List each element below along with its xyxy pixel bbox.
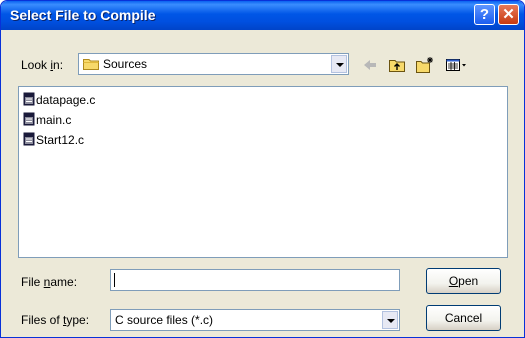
file-name-label-post: ame: <box>50 275 78 289</box>
help-button[interactable]: ? <box>474 4 495 25</box>
back-icon[interactable] <box>362 56 378 74</box>
file-type-value: C source files (*.c) <box>115 313 214 327</box>
folder-icon <box>83 58 99 70</box>
file-name-label: File name: <box>21 275 77 289</box>
file-type-label: Files of type: <box>21 313 89 327</box>
title-bar[interactable]: Select File to Compile ? ✕ <box>1 1 524 30</box>
file-type-select[interactable]: C source files (*.c) <box>110 309 400 331</box>
dialog-title: Select File to Compile <box>10 7 156 23</box>
file-type-label-pre: Files of <box>21 313 64 327</box>
up-folder-icon[interactable] <box>388 56 406 74</box>
file-name: main.c <box>36 113 72 127</box>
file-list[interactable]: datapage.c main.c Start12.c <box>18 86 508 258</box>
file-name: Start12.c <box>36 133 85 147</box>
look-in-combo[interactable]: Sources <box>78 53 349 75</box>
look-in-label-post: n: <box>53 58 64 72</box>
list-item[interactable]: datapage.c <box>23 92 95 108</box>
file-name-label-pre: File <box>21 275 44 289</box>
c-source-file-icon <box>23 112 35 126</box>
look-in-value: Sources <box>83 57 147 71</box>
open-button[interactable]: Open <box>426 268 501 294</box>
open-button-label: pen <box>458 274 479 288</box>
cancel-button[interactable]: Cancel <box>426 305 501 331</box>
look-in-folder-name: Sources <box>103 57 148 71</box>
look-in-label: Look in: <box>21 58 63 72</box>
close-button[interactable]: ✕ <box>498 4 519 25</box>
select-file-dialog: Select File to Compile ? ✕ Look in: Sour… <box>0 0 525 338</box>
cancel-button-label: Cancel <box>444 311 483 325</box>
file-type-label-post: ype: <box>66 313 90 327</box>
new-folder-icon[interactable] <box>415 56 435 74</box>
c-source-file-icon <box>23 92 35 106</box>
list-item[interactable]: main.c <box>23 112 71 128</box>
list-item[interactable]: Start12.c <box>23 132 84 148</box>
views-menu-icon[interactable] <box>445 56 469 74</box>
chevron-down-icon[interactable] <box>331 55 347 73</box>
text-cursor <box>114 273 115 287</box>
file-name-input[interactable] <box>110 269 400 291</box>
file-name: datapage.c <box>36 93 96 107</box>
chevron-down-icon[interactable] <box>382 311 398 329</box>
open-button-key: O <box>448 274 459 288</box>
look-in-label-pre: Look <box>21 58 51 72</box>
c-source-file-icon <box>23 132 35 146</box>
